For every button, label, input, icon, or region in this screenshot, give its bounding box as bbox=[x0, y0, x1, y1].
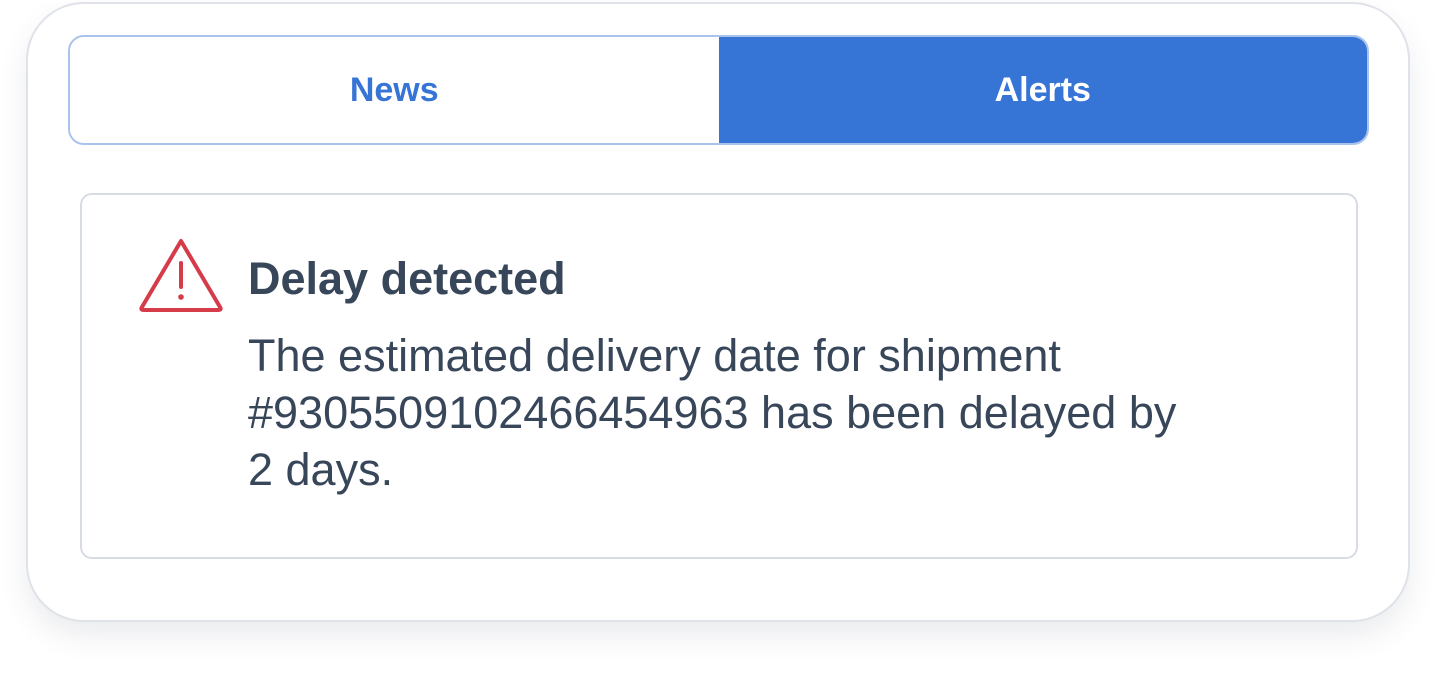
tab-alerts[interactable]: Alerts bbox=[718, 37, 1367, 143]
tab-bar: News Alerts bbox=[68, 35, 1369, 145]
warning-triangle-icon bbox=[139, 239, 223, 312]
alert-title: Delay detected bbox=[248, 253, 566, 304]
alert-item: Delay detected The estimated delivery da… bbox=[80, 193, 1358, 559]
tab-news[interactable]: News bbox=[70, 37, 719, 143]
alert-message: The estimated delivery date for shipment… bbox=[248, 330, 1177, 495]
